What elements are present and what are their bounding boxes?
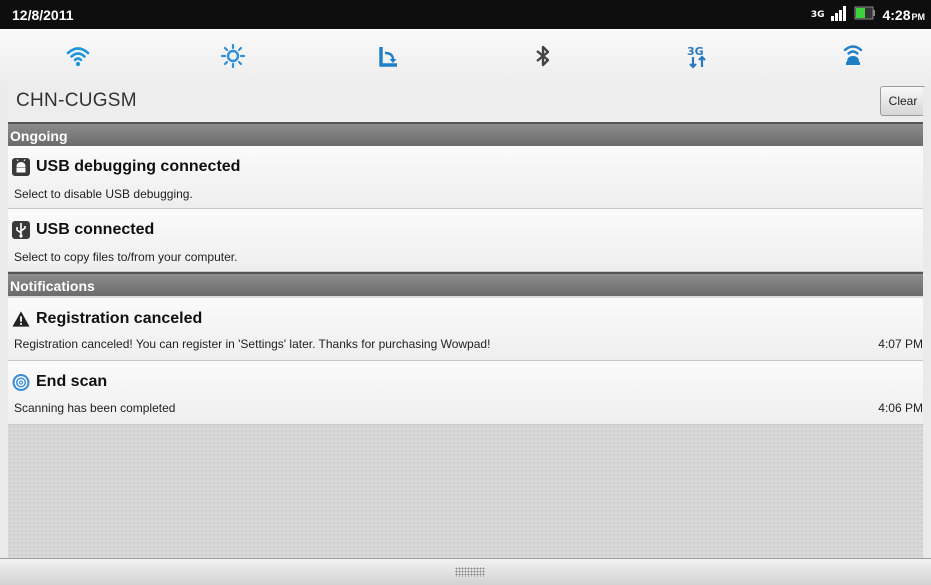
- scan-icon: [12, 373, 30, 391]
- gps-icon: [841, 43, 865, 73]
- notification-title: USB connected: [36, 221, 155, 238]
- notification-time: 4:07 PM: [878, 337, 923, 351]
- battery-icon: [854, 5, 876, 25]
- notification-end-scan[interactable]: End scan Scanning has been completed 4:0…: [0, 361, 931, 425]
- status-time-suffix: PM: [911, 12, 926, 22]
- signal-strength-icon: [830, 5, 848, 25]
- notification-usb-connected[interactable]: USB connected Select to copy files to/fr…: [0, 209, 931, 272]
- notification-title: End scan: [36, 373, 108, 390]
- clear-button[interactable]: Clear: [880, 86, 926, 116]
- svg-text:3G: 3G: [687, 45, 704, 58]
- section-header-notifications: Notifications: [0, 272, 931, 296]
- brightness-icon: [220, 43, 245, 72]
- grip-handle-icon: [455, 567, 485, 577]
- notification-title-row: Registration canceled: [12, 310, 202, 328]
- panel-right-edge: [923, 87, 931, 559]
- notification-title-row: End scan: [12, 373, 107, 391]
- notification-title: Registration canceled: [36, 310, 203, 327]
- android-debug-icon: [12, 158, 30, 176]
- notification-title-row: USB debugging connected: [12, 158, 240, 176]
- carrier-row: CHN-CUGSM Clear: [0, 80, 931, 122]
- status-date: 12/8/2011: [12, 7, 74, 23]
- notification-title-row: USB connected: [12, 221, 154, 239]
- section-header-ongoing: Ongoing: [0, 122, 931, 146]
- warning-icon: [12, 310, 30, 328]
- notification-time: 4:06 PM: [878, 401, 923, 415]
- wifi-icon: [66, 44, 90, 72]
- mobile-data-toggle[interactable]: 3G: [621, 29, 776, 87]
- auto-rotate-icon: [376, 44, 400, 72]
- empty-notification-area: [8, 425, 923, 558]
- notification-subtitle: Scanning has been completed: [14, 401, 176, 415]
- auto-rotate-toggle[interactable]: [310, 29, 465, 87]
- network-type-label: 3G: [810, 9, 825, 20]
- quick-toggles: 3G: [0, 29, 931, 87]
- carrier-name: CHN-CUGSM: [16, 90, 137, 111]
- drag-handle-bar[interactable]: [0, 558, 931, 585]
- notification-subtitle: Select to disable USB debugging.: [14, 187, 193, 201]
- notification-title: USB debugging connected: [36, 158, 241, 175]
- wifi-toggle[interactable]: [0, 29, 155, 87]
- status-time-value: 4:28: [882, 7, 911, 23]
- notification-registration-canceled[interactable]: Registration canceled Registration cance…: [0, 298, 931, 361]
- status-bar: 12/8/2011 3G 4:28PM: [0, 0, 931, 29]
- mobile-data-3g-icon: 3G: [685, 43, 711, 73]
- bluetooth-toggle[interactable]: [466, 29, 621, 87]
- status-icons: 3G 4:28PM: [811, 5, 925, 25]
- notification-subtitle: Select to copy files to/from your comput…: [14, 250, 238, 264]
- bluetooth-icon: [531, 44, 555, 72]
- gps-toggle[interactable]: [776, 29, 931, 87]
- network-3g-icon: 3G: [810, 9, 825, 20]
- panel-left-edge: [0, 87, 8, 559]
- usb-icon: [12, 221, 30, 239]
- notification-subtitle: Registration canceled! You can register …: [14, 337, 491, 351]
- notification-usb-debugging[interactable]: USB debugging connected Select to disabl…: [0, 146, 931, 209]
- brightness-toggle[interactable]: [155, 29, 310, 87]
- status-time: 4:28PM: [882, 7, 925, 23]
